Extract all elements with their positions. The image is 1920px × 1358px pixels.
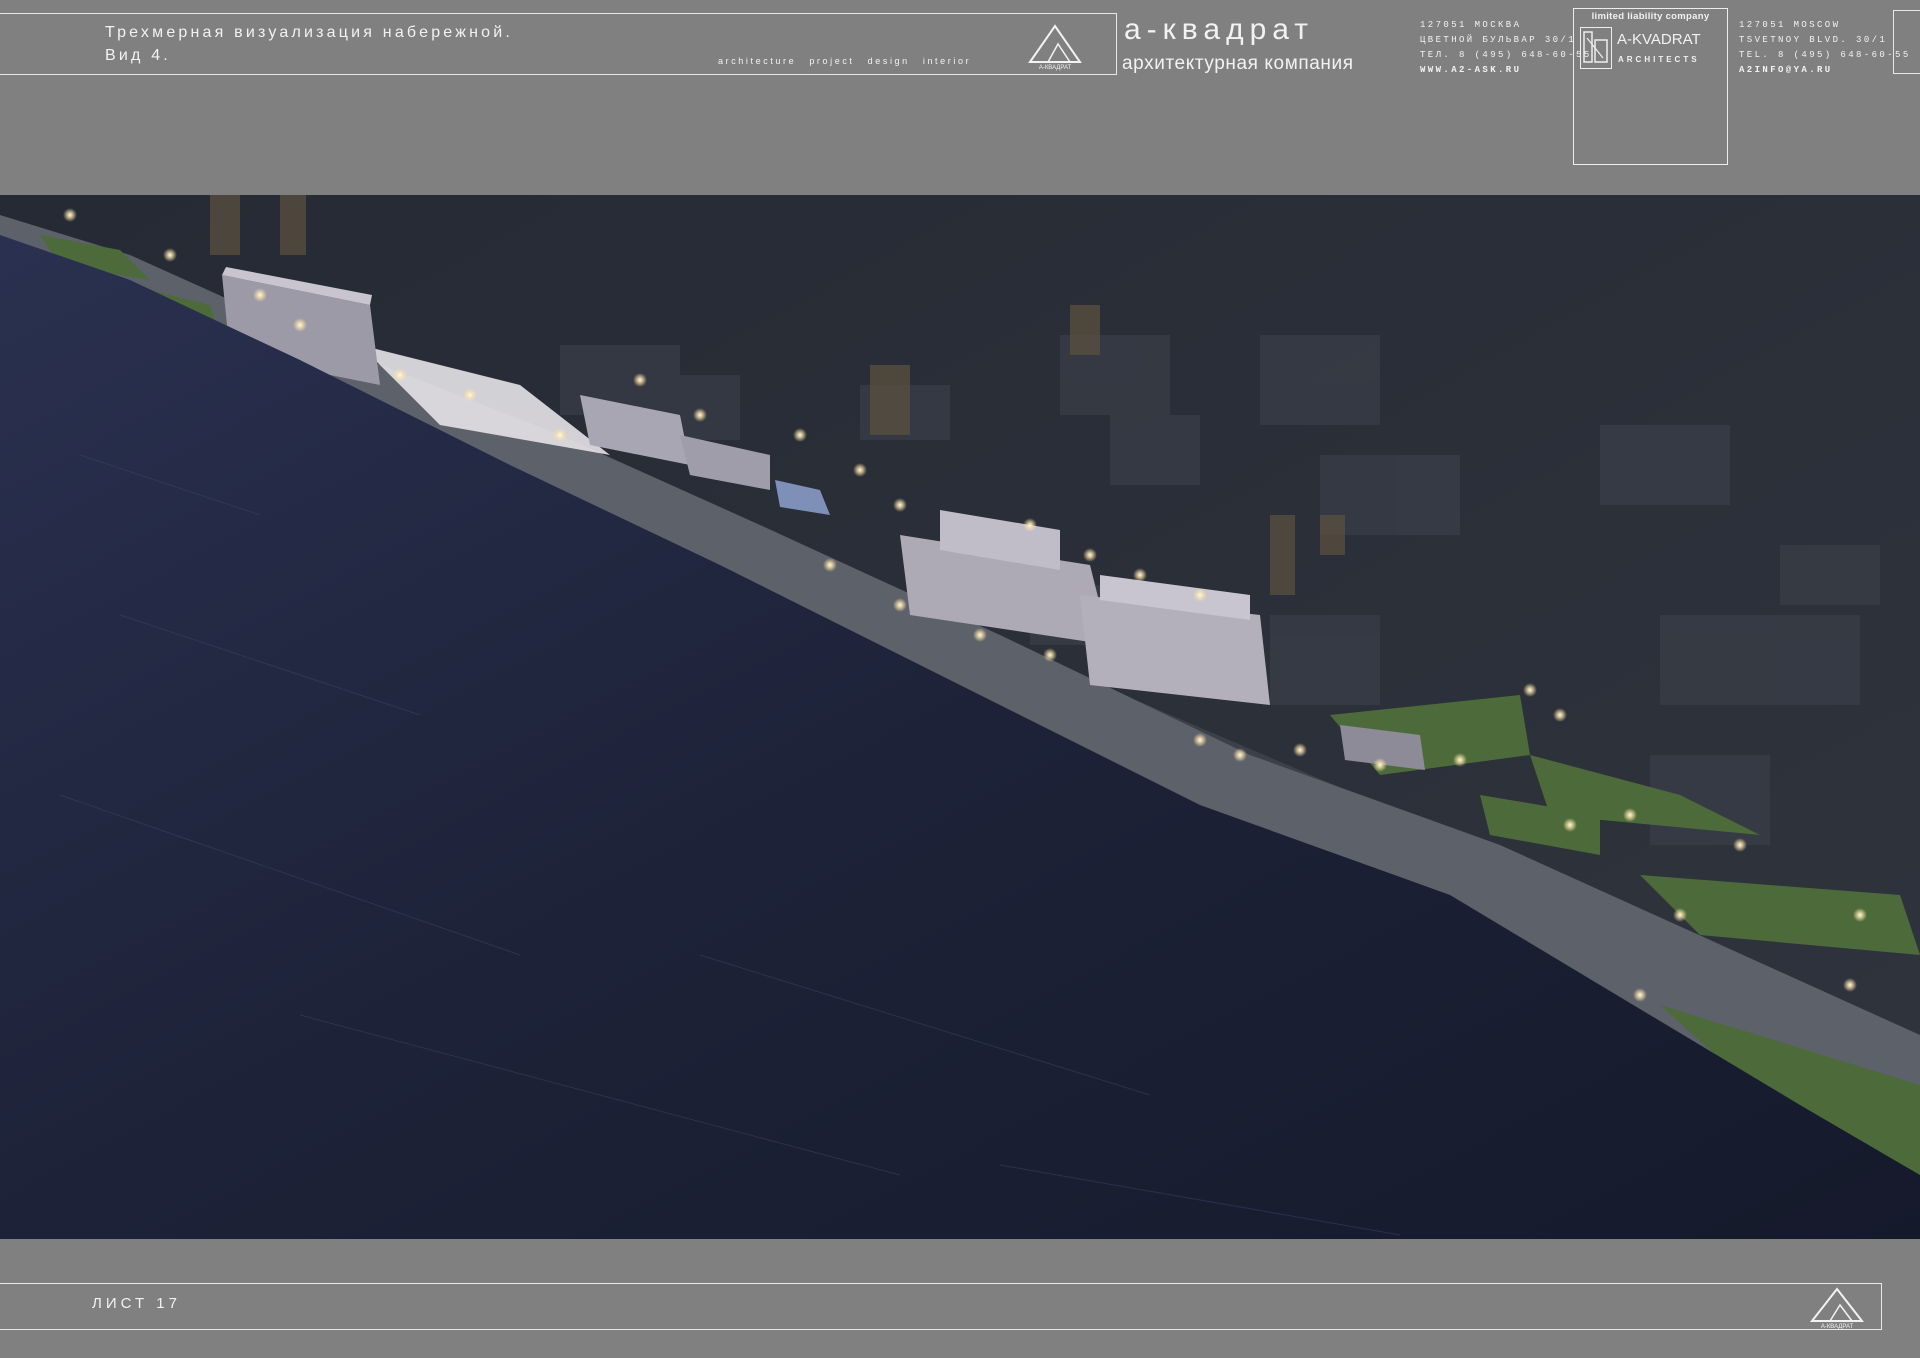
footer-logo-caption: А-КВАДРАТ bbox=[1821, 1324, 1854, 1330]
company-logo-icon: А-КВАДРАТ bbox=[1028, 24, 1082, 71]
page-title: Трехмерная визуализация набережной. bbox=[105, 24, 514, 41]
footer-logo-icon: А-КВАДРАТ bbox=[1809, 1287, 1865, 1330]
brand-subtitle: архитектурная компания bbox=[1122, 53, 1354, 74]
sheet-number: ЛИСТ 17 bbox=[92, 1295, 181, 1312]
footer-frame bbox=[0, 1283, 1882, 1330]
embankment-render bbox=[0, 195, 1920, 1239]
address-ru-line: ЦВЕТНОЙ БУЛЬВАР 30/1 bbox=[1420, 35, 1577, 45]
logo-caption: А-КВАДРАТ bbox=[1039, 65, 1072, 71]
badge-name: A-KVADRAT bbox=[1617, 31, 1701, 48]
address-en: 127051 MOSCOW TSVETNOY BLVD. 30/1 TEL. 8… bbox=[1739, 18, 1911, 78]
header-right-frame bbox=[1893, 10, 1920, 74]
page-subtitle: Вид 4. bbox=[105, 47, 171, 64]
company-badge: limited liability company A-KVADRAT ARCH… bbox=[1573, 8, 1728, 165]
emblem-icon bbox=[1580, 27, 1612, 69]
tagline: architecture project design interior bbox=[718, 56, 972, 66]
website-link[interactable]: WWW.A2-ASK.RU bbox=[1420, 65, 1521, 75]
address-ru: 127051 МОСКВА ЦВЕТНОЙ БУЛЬВАР 30/1 ТЕЛ. … bbox=[1420, 18, 1592, 78]
email-link[interactable]: A2INFO@YA.RU bbox=[1739, 65, 1833, 75]
brand-name: а-квадрат bbox=[1124, 13, 1315, 46]
badge-subtitle: ARCHITECTS bbox=[1618, 55, 1700, 64]
badge-top-text: limited liability company bbox=[1591, 11, 1710, 22]
address-en-line: TEL. 8 (495) 648-60-55 bbox=[1739, 50, 1911, 60]
address-en-line: 127051 MOSCOW bbox=[1739, 20, 1841, 30]
address-en-line: TSVETNOY BLVD. 30/1 bbox=[1739, 35, 1888, 45]
address-ru-line: 127051 МОСКВА bbox=[1420, 20, 1522, 30]
address-ru-line: ТЕЛ. 8 (495) 648-60-55 bbox=[1420, 50, 1592, 60]
